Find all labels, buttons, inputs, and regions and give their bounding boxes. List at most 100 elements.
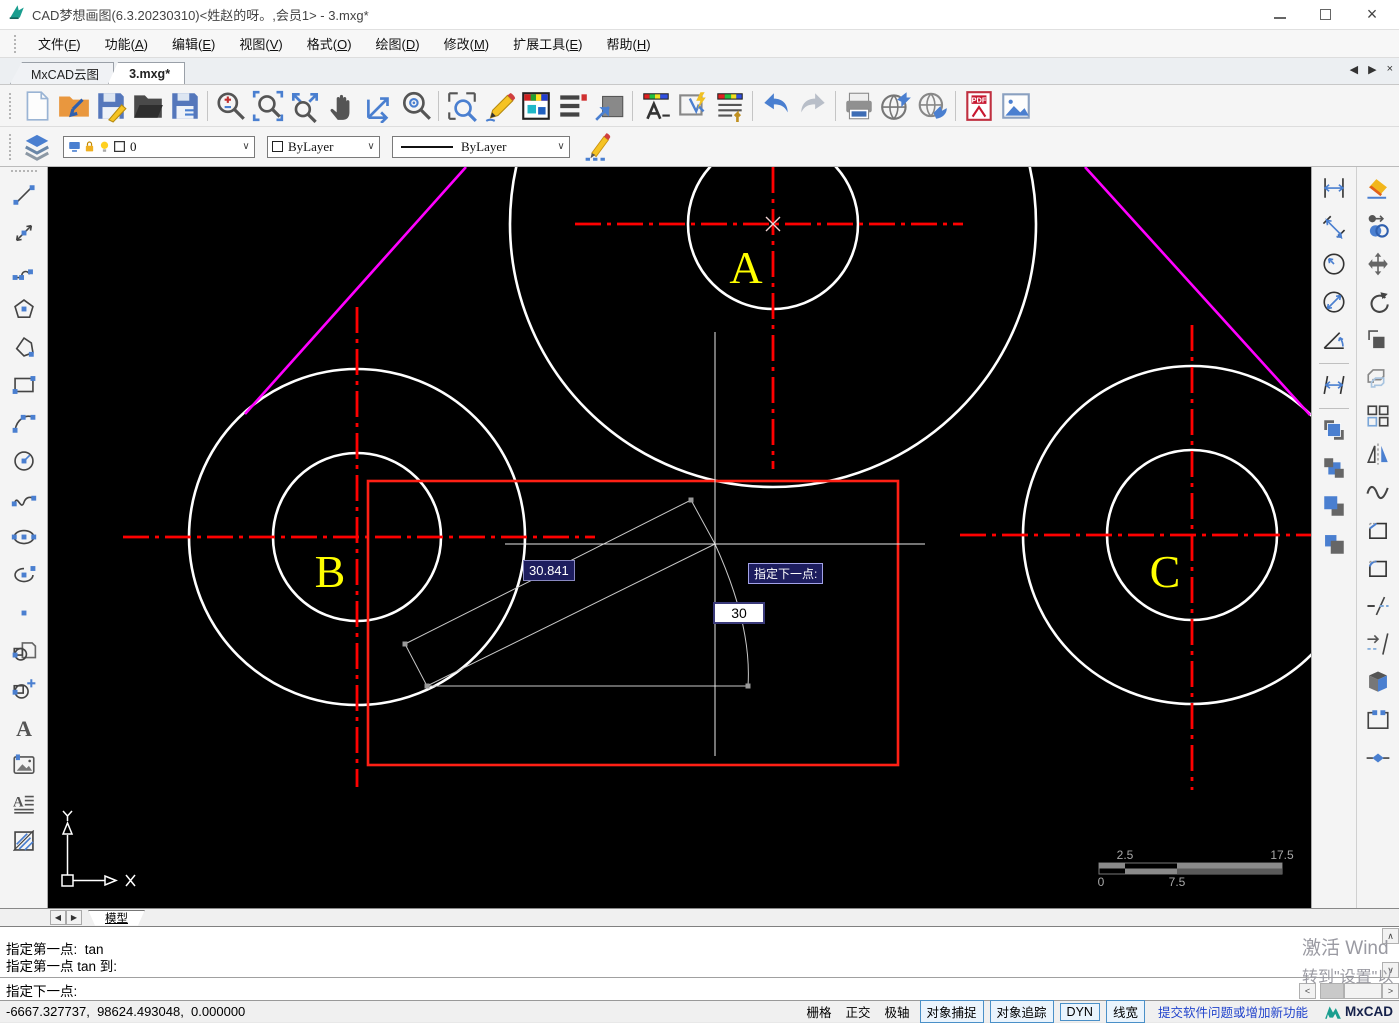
tool-array[interactable]: [1360, 398, 1396, 434]
tool-dim-angular[interactable]: [1316, 322, 1352, 358]
tool-move[interactable]: [1360, 246, 1396, 282]
tool-trim[interactable]: [1360, 588, 1396, 624]
tab-model[interactable]: 模型: [88, 910, 145, 926]
tab-MxCAD云图[interactable]: MxCAD云图: [10, 62, 114, 84]
menu-视图(V)[interactable]: 视图(V): [227, 30, 294, 57]
tool-order-front[interactable]: [1316, 412, 1352, 448]
tool-mirror[interactable]: [1360, 436, 1396, 472]
tool-order-below[interactable]: [1316, 526, 1352, 562]
tool-named-view[interactable]: [443, 87, 480, 124]
tool-linetype-list[interactable]: [554, 87, 591, 124]
tool-arc[interactable]: [6, 405, 42, 441]
tool-save[interactable]: [92, 87, 129, 124]
toggle-对象追踪[interactable]: 对象追踪: [990, 1000, 1054, 1023]
command-horizontal-scrollbar[interactable]: < >: [1299, 983, 1399, 999]
tool-spline[interactable]: [6, 481, 42, 517]
toggle-正交[interactable]: 正交: [845, 1002, 870, 1021]
tab-scroll-right-button[interactable]: ▶: [1368, 63, 1376, 76]
tool-offset[interactable]: [1360, 360, 1396, 396]
tool-undo[interactable]: [757, 87, 794, 124]
tool-open-folder[interactable]: [129, 87, 166, 124]
tool-block[interactable]: [6, 633, 42, 669]
command-prompt[interactable]: 指定下一点:: [0, 978, 1399, 1002]
menu-帮助(H)[interactable]: 帮助(H): [595, 30, 663, 57]
layer-select[interactable]: 0 ∨: [63, 136, 255, 158]
tool-fillet[interactable]: [1360, 550, 1396, 586]
tool-redo[interactable]: [794, 87, 831, 124]
tool-print[interactable]: [840, 87, 877, 124]
tool-rectangle[interactable]: [6, 367, 42, 403]
menu-修改(M)[interactable]: 修改(M): [432, 30, 502, 57]
tool-copy[interactable]: [1360, 208, 1396, 244]
tool-image[interactable]: [6, 747, 42, 783]
tool-block-create[interactable]: [6, 671, 42, 707]
tool-draw-pencil[interactable]: [480, 87, 517, 124]
tool-color-palette[interactable]: [517, 87, 554, 124]
layout-prev-button[interactable]: ◀: [50, 910, 66, 925]
toggle-DYN[interactable]: DYN: [1060, 1003, 1100, 1021]
tool-scale[interactable]: [1360, 322, 1396, 358]
feedback-link[interactable]: 提交软件问题或增加新功能: [1158, 1002, 1308, 1021]
tool-dim-radius[interactable]: [1316, 246, 1352, 282]
toggle-极轴[interactable]: 极轴: [885, 1002, 910, 1021]
draw-settings-button[interactable]: [578, 128, 615, 165]
tool-mtext[interactable]: A: [6, 785, 42, 821]
tool-polyline[interactable]: [6, 253, 42, 289]
tool-chamfer[interactable]: [1360, 512, 1396, 548]
tool-web-publish[interactable]: [877, 87, 914, 124]
tool-zoom-circle[interactable]: [397, 87, 434, 124]
tool-polygon2[interactable]: [6, 329, 42, 365]
tool-extend[interactable]: [1360, 626, 1396, 662]
tool-hatch[interactable]: [6, 823, 42, 859]
menu-绘图(D)[interactable]: 绘图(D): [364, 30, 432, 57]
tool-circle[interactable]: [6, 443, 42, 479]
tool-erase[interactable]: [1360, 170, 1396, 206]
tool-dim-linear[interactable]: [1316, 170, 1352, 206]
minimize-button[interactable]: [1274, 11, 1286, 19]
tool-dim-aligned[interactable]: [1316, 208, 1352, 244]
tool-zoom-extents[interactable]: [286, 87, 323, 124]
menu-文件(F)[interactable]: 文件(F): [26, 30, 93, 57]
tool-xline[interactable]: [6, 215, 42, 251]
command-window[interactable]: 指定第一点: tan指定第一点 tan 到: 指定下一点: ∧ ∨ < > 激活…: [0, 926, 1399, 1000]
menu-扩展工具(E)[interactable]: 扩展工具(E): [501, 30, 594, 57]
tool-join[interactable]: [1360, 740, 1396, 776]
tool-new-file[interactable]: [18, 87, 55, 124]
dyn-input-field[interactable]: 30: [713, 602, 765, 624]
tool-ellipse-arc[interactable]: [6, 557, 42, 593]
drawing-canvas[interactable]: ABC 2.517.507.5 30.841 指定下一点: 30: [48, 167, 1311, 908]
tool-zoom-window[interactable]: [249, 87, 286, 124]
command-vertical-scrollbar[interactable]: ∧ ∨: [1382, 928, 1399, 978]
tool-break[interactable]: [1360, 702, 1396, 738]
toggle-栅格[interactable]: 栅格: [806, 1002, 831, 1021]
tool-point[interactable]: [6, 595, 42, 631]
menu-功能(A)[interactable]: 功能(A): [93, 30, 160, 57]
scrollbar-thumb[interactable]: [1320, 983, 1344, 999]
tool-text-style[interactable]: [637, 87, 674, 124]
layer-manager-button[interactable]: [18, 128, 55, 165]
tool-order-back[interactable]: [1316, 450, 1352, 486]
tool-curve[interactable]: [1360, 474, 1396, 510]
tool-web-open[interactable]: [914, 87, 951, 124]
tool-quick-select[interactable]: [674, 87, 711, 124]
tab-3.mxg*[interactable]: 3.mxg*: [108, 62, 185, 84]
tool-rotate[interactable]: [1360, 284, 1396, 320]
tool-image-export[interactable]: [997, 87, 1034, 124]
menu-格式(O)[interactable]: 格式(O): [295, 30, 364, 57]
tool-zoom-plusminus[interactable]: [212, 87, 249, 124]
tool-ellipse[interactable]: [6, 519, 42, 555]
tool-open-dwg[interactable]: [55, 87, 92, 124]
toggle-线宽[interactable]: 线宽: [1106, 1000, 1145, 1023]
maximize-button[interactable]: [1320, 9, 1331, 20]
tool-fit-view[interactable]: [591, 87, 628, 124]
tool-pan[interactable]: [323, 87, 360, 124]
tool-save-as[interactable]: [166, 87, 203, 124]
close-button[interactable]: ×: [1365, 9, 1379, 21]
tool-pdf-export[interactable]: PDF: [960, 87, 997, 124]
tool-explode[interactable]: [1360, 664, 1396, 700]
tool-order-above[interactable]: [1316, 488, 1352, 524]
tool-ucs-axes[interactable]: [360, 87, 397, 124]
menu-编辑(E)[interactable]: 编辑(E): [160, 30, 227, 57]
linetype-select[interactable]: ByLayer ∨: [392, 136, 570, 158]
tool-options-palette[interactable]: [711, 87, 748, 124]
